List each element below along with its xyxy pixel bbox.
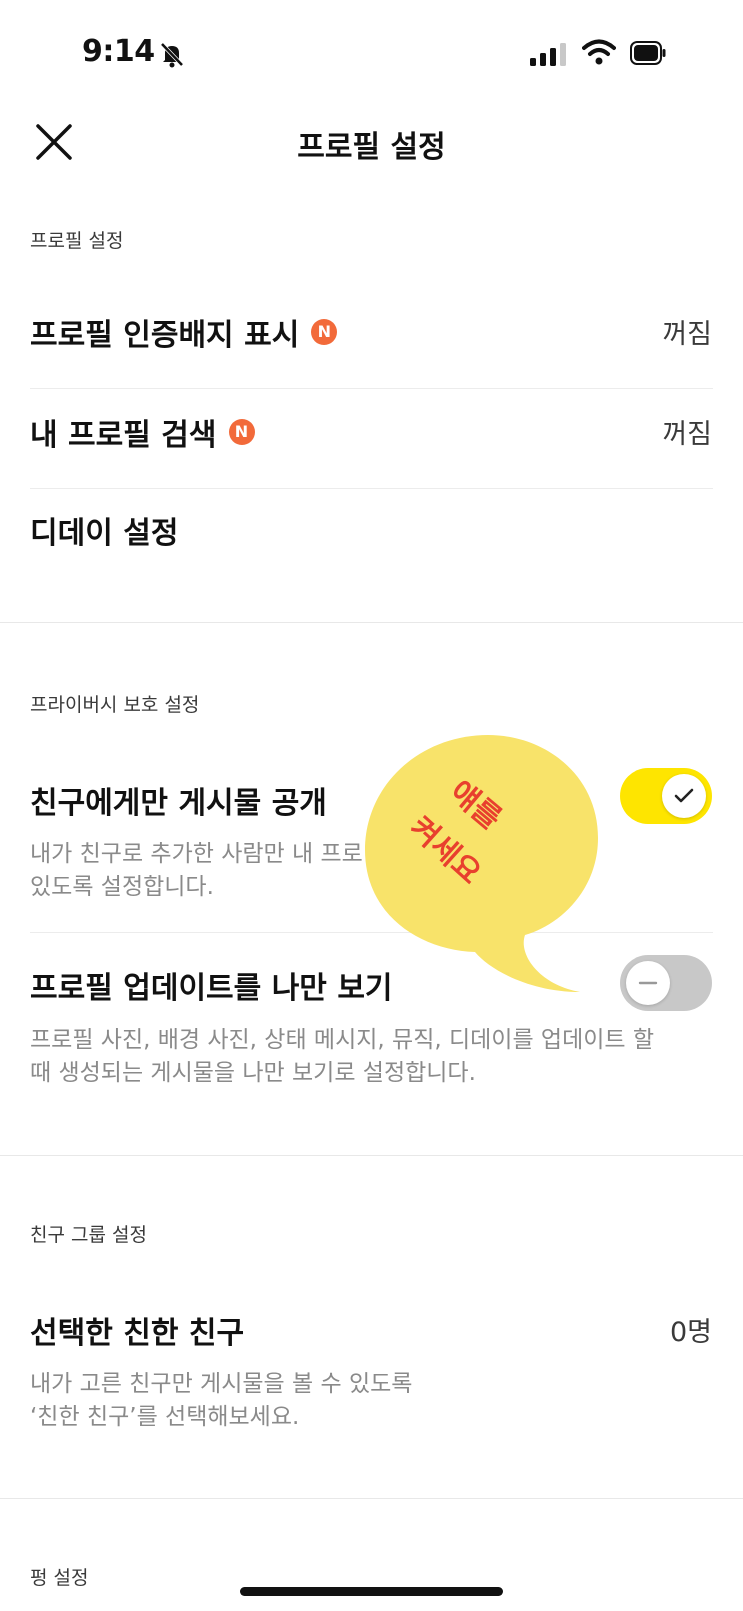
- status-time: 9:14: [82, 34, 155, 69]
- row-value: 꺼짐: [662, 419, 712, 450]
- row-verified-badge[interactable]: 프로필 인증배지 표시 N: [30, 310, 338, 354]
- section-divider: [0, 622, 743, 623]
- row-label: 프로필 인증배지 표시: [30, 318, 300, 353]
- new-badge: N: [228, 419, 255, 445]
- row-friends-only-label: 친구에게만 게시물 공개: [30, 786, 327, 821]
- bell-slash-icon: [160, 42, 184, 68]
- row-value: 꺼짐: [662, 319, 712, 350]
- row-description: 내가 고른 친구만 게시물을 볼 수 있도록 ‘친한 친구’를 선택해보세요.: [30, 1368, 710, 1434]
- row-private-update-label: 프로필 업데이트를 나만 보기: [30, 971, 393, 1006]
- section-header-friend-group: 친구 그룹 설정: [30, 1224, 147, 1246]
- row-profile-search[interactable]: 내 프로필 검색 N: [30, 410, 255, 454]
- row-dday-settings[interactable]: 디데이 설정: [30, 508, 178, 552]
- wifi-icon: [582, 39, 616, 65]
- row-close-friends-label[interactable]: 선택한 친한 친구: [30, 1308, 244, 1352]
- row-description: 프로필 사진, 배경 사진, 상태 메시지, 뮤직, 디데이를 업데이트 할 때…: [30, 1024, 710, 1090]
- row-label: 디데이 설정: [30, 516, 179, 551]
- section-header-pung: 펑 설정: [30, 1567, 89, 1589]
- page-title: 프로필 설정: [297, 130, 446, 165]
- description-line: 프로필 사진, 배경 사진, 상태 메시지, 뮤직, 디데이를 업데이트 할: [30, 1027, 655, 1053]
- description-line: ‘친한 친구’를 선택해보세요.: [30, 1404, 300, 1430]
- close-friends-count: 0명: [669, 1317, 712, 1348]
- checkmark-icon: [674, 788, 694, 803]
- battery-icon: [630, 41, 666, 65]
- description-line: 때 생성되는 게시물을 나만 보기로 설정합니다.: [30, 1060, 476, 1086]
- section-header-privacy: 프라이버시 보호 설정: [30, 694, 200, 716]
- toggle-knob: [662, 774, 706, 818]
- divider: [30, 488, 713, 489]
- cellular-signal-icon: [530, 43, 566, 66]
- close-icon[interactable]: [34, 122, 74, 162]
- home-indicator: [240, 1587, 503, 1596]
- toggle-knob: [626, 961, 670, 1005]
- friends-only-toggle[interactable]: [620, 768, 712, 824]
- new-badge: N: [311, 319, 338, 345]
- private-update-toggle[interactable]: [620, 955, 712, 1011]
- section-divider: [0, 1498, 743, 1499]
- section-divider: [0, 1155, 743, 1156]
- annotation-speech-bubble: 얘를 켜세요: [365, 735, 598, 992]
- section-header-profile: 프로필 설정: [30, 230, 124, 252]
- description-line: 내가 고른 친구만 게시물을 볼 수 있도록: [30, 1371, 413, 1397]
- row-label: 내 프로필 검색: [30, 418, 217, 453]
- minus-icon: [638, 981, 658, 985]
- divider: [30, 388, 713, 389]
